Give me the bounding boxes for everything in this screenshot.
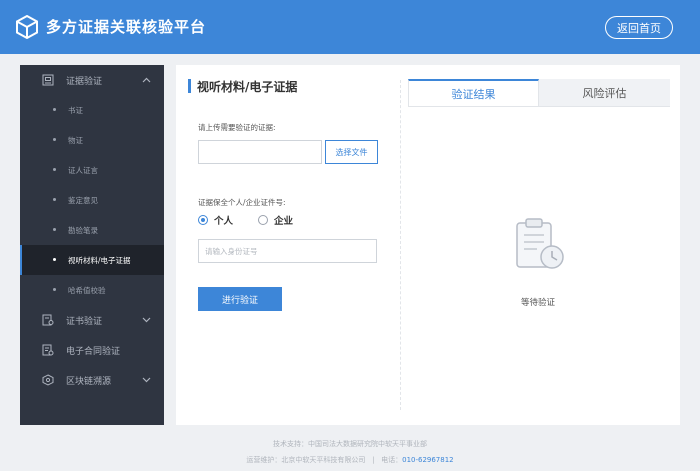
sidebar-item-label: 电子合同验证 (66, 346, 121, 357)
bullet (53, 288, 56, 291)
sidebar-subitem-label: 视听材料/电子证据 (68, 256, 131, 265)
bullet (53, 228, 56, 231)
sidebar-subitem-inspection[interactable]: 勘验笔录 (20, 215, 164, 245)
section-title: 视听材料/电子证据 (197, 80, 298, 94)
upload-label: 请上传需要验证的证据: (198, 123, 276, 132)
sidebar-subitem-label: 证人证言 (68, 166, 98, 175)
tab-risk-assessment[interactable]: 风险评估 (539, 79, 670, 107)
footer-ops-text: 运营维护：北京中软天平科技有限公司 (246, 456, 366, 464)
section-accent (188, 79, 191, 93)
sidebar-subitem-label: 物证 (68, 136, 83, 145)
evidence-icon (42, 74, 54, 86)
top-bar: 多方证据关联核验平台 返回首页 (0, 0, 700, 54)
sidebar-subitem-label: 书证 (68, 106, 83, 115)
radio-label: 个人 (214, 216, 234, 227)
contract-icon (42, 344, 54, 356)
sidebar-item-evidence[interactable]: 证据验证 (20, 65, 164, 95)
footer-support: 技术支持：中国司法大数据研究院中软天平事业部 (273, 440, 427, 448)
sidebar-subitem-label: 勘验笔录 (68, 226, 98, 235)
radio-enterprise[interactable]: 企业 (258, 213, 293, 227)
sidebar-item-label: 区块链溯源 (66, 376, 112, 387)
sidebar-subitem-physical[interactable]: 物证 (20, 125, 164, 155)
radio-circle (258, 215, 268, 225)
sidebar-subitem-testimony[interactable]: 证人证言 (20, 155, 164, 185)
bullet (53, 198, 56, 201)
chevron-down-icon (142, 377, 151, 383)
chevron-down-icon (142, 317, 151, 323)
tab-verify-result[interactable]: 验证结果 (408, 79, 539, 107)
tab-divider (408, 106, 670, 107)
sidebar-subitem-label: 鉴定意见 (68, 196, 98, 205)
waiting-status: 等待验证 (521, 298, 556, 308)
sidebar-subitem-documentary[interactable]: 书证 (20, 95, 164, 125)
footer-ops: 运营维护：北京中软天平科技有限公司 | 电话：010-62967812 (0, 455, 700, 465)
sidebar-item-blockchain[interactable]: 区块链溯源 (20, 365, 164, 395)
sidebar-subitem-label: 哈希值校验 (68, 286, 106, 295)
bullet (53, 168, 56, 171)
id-type-label: 证据保全个人/企业证件号: (198, 198, 286, 207)
sidebar: 证据验证 书证 物证 证人证言 鉴定意见 勘验笔录 视听材料/电子证据 哈希值校… (20, 65, 164, 425)
bullet (53, 108, 56, 111)
certificate-icon (42, 314, 54, 326)
sidebar-item-label: 证据验证 (66, 76, 103, 87)
radio-personal[interactable]: 个人 (198, 213, 233, 227)
blockchain-icon (42, 374, 54, 386)
file-path-field[interactable] (198, 140, 322, 164)
bullet (53, 258, 56, 261)
home-button[interactable]: 返回首页 (605, 16, 673, 39)
footer-phone-label: 电话： (381, 456, 403, 464)
chevron-up-icon (142, 77, 151, 83)
bullet (53, 138, 56, 141)
sidebar-item-label: 证书验证 (66, 316, 103, 327)
radio-label: 企业 (274, 216, 294, 227)
sidebar-item-contract[interactable]: 电子合同验证 (20, 335, 164, 365)
select-file-button[interactable]: 选择文件 (325, 140, 378, 164)
sidebar-item-certificate[interactable]: 证书验证 (20, 305, 164, 335)
sidebar-subitem-hash[interactable]: 哈希值校验 (20, 275, 164, 305)
cube-icon (16, 15, 38, 39)
footer-phone[interactable]: 010-62967812 (402, 456, 454, 464)
verify-button[interactable]: 进行验证 (198, 287, 282, 311)
footer-separator: | (372, 456, 375, 464)
main-panel: 视听材料/电子证据 请上传需要验证的证据: 选择文件 证据保全个人/企业证件号:… (176, 65, 680, 425)
sidebar-subitem-appraisal[interactable]: 鉴定意见 (20, 185, 164, 215)
clipboard-clock-icon (516, 218, 564, 269)
app-title: 多方证据关联核验平台 (46, 18, 207, 36)
panel-divider (400, 80, 401, 410)
id-number-input[interactable] (198, 239, 377, 263)
radio-circle (198, 215, 208, 225)
sidebar-subitem-electronic[interactable]: 视听材料/电子证据 (20, 245, 164, 275)
